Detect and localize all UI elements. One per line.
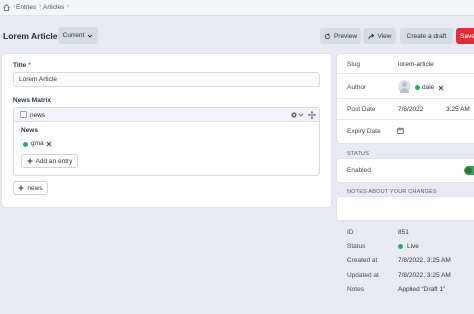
created-at-value: 7/8/2022, 3:25 AM (398, 257, 451, 264)
add-block-label: news (27, 184, 43, 192)
refresh-icon (324, 32, 331, 39)
author-label: Author (347, 84, 367, 91)
required-indicator: * (28, 62, 31, 69)
post-date-label: Post Date (347, 106, 376, 113)
status-label: Status (347, 243, 366, 250)
enabled-label: Enabled (347, 167, 371, 174)
live-status-dot (398, 244, 403, 249)
remove-icon[interactable] (46, 141, 52, 147)
enabled-toggle[interactable] (464, 166, 474, 175)
notes-textarea[interactable] (337, 197, 474, 220)
entry-status-dot (23, 142, 28, 147)
news-matrix-label: News Matrix (13, 97, 51, 104)
id-label: ID (347, 229, 354, 236)
chevron-right-icon: › (39, 3, 42, 10)
post-date-input[interactable]: 7/8/2022 (398, 106, 423, 113)
page-title: Lorem Article (3, 31, 58, 41)
breadcrumb: › Entries › Articles › (0, 0, 474, 16)
block-select-checkbox[interactable] (20, 111, 27, 118)
chevron-down-icon[interactable] (298, 112, 304, 118)
title-field-label: Title * (13, 62, 31, 69)
updated-at-value: 7/8/2022, 3:25 AM (398, 272, 451, 279)
save-button[interactable]: Save (456, 28, 474, 44)
preview-label: Preview (333, 32, 358, 40)
breadcrumb-articles[interactable]: Articles (43, 4, 64, 11)
title-input-value: Lorem Article (19, 76, 57, 83)
related-entry-chip[interactable]: gma (31, 140, 44, 147)
slug-field[interactable]: lorem-article (398, 61, 434, 68)
user-icon (398, 80, 411, 93)
id-value: 851 (398, 229, 409, 236)
gear-icon[interactable] (290, 111, 298, 119)
notes-heading: NOTES ABOUT YOUR CHANGES (347, 189, 437, 195)
calendar-icon[interactable] (397, 127, 404, 134)
expiry-date-label: Expiry Date (347, 128, 381, 135)
slug-label: Slug (347, 61, 361, 68)
divider (337, 98, 474, 99)
view-button[interactable]: View (363, 28, 396, 44)
chevron-right-icon: › (13, 3, 16, 10)
updated-at-label: Updated at (347, 272, 379, 279)
matrix-block-header: news (14, 108, 319, 122)
preview-button[interactable]: Preview (320, 28, 361, 44)
view-label: View (377, 32, 392, 40)
author-chip[interactable]: dale (422, 84, 434, 91)
breadcrumb-entries[interactable]: Entries (16, 4, 36, 11)
toggle-knob (465, 167, 472, 174)
plus-icon (27, 158, 33, 164)
title-input[interactable]: Lorem Article (13, 72, 320, 87)
chevron-right-icon: › (67, 3, 70, 10)
site-menu-label: Current (62, 32, 85, 39)
share-icon (367, 33, 374, 39)
created-at-label: Created at (347, 257, 378, 264)
add-block-button[interactable]: news (13, 181, 48, 195)
plus-icon (18, 185, 24, 191)
post-time-input[interactable]: 3:25 AM (446, 106, 470, 113)
divider (337, 119, 474, 120)
author-status-dot (415, 85, 420, 90)
divider (337, 73, 474, 74)
notes-value: Applied “Draft 1” (398, 286, 446, 293)
avatar-body (400, 88, 409, 93)
site-menu-button[interactable]: Current (58, 27, 98, 44)
matrix-block: news News gma Add an entry (13, 107, 320, 176)
chevron-down-icon (88, 34, 93, 38)
news-field-label: News (21, 127, 38, 134)
create-draft-button[interactable]: Create a draft (400, 28, 453, 44)
status-value: Live (407, 243, 419, 250)
home-icon[interactable] (3, 4, 10, 11)
avatar-head (402, 82, 407, 87)
title-label-text: Title (13, 62, 27, 69)
remove-icon[interactable] (438, 85, 444, 91)
status-heading: STATUS (347, 151, 370, 157)
block-type-name: news (30, 112, 46, 119)
add-entry-button[interactable]: Add an entry (21, 154, 78, 168)
move-icon[interactable] (308, 111, 316, 119)
add-entry-label: Add an entry (35, 157, 73, 165)
notes-label: Notes (347, 286, 364, 293)
